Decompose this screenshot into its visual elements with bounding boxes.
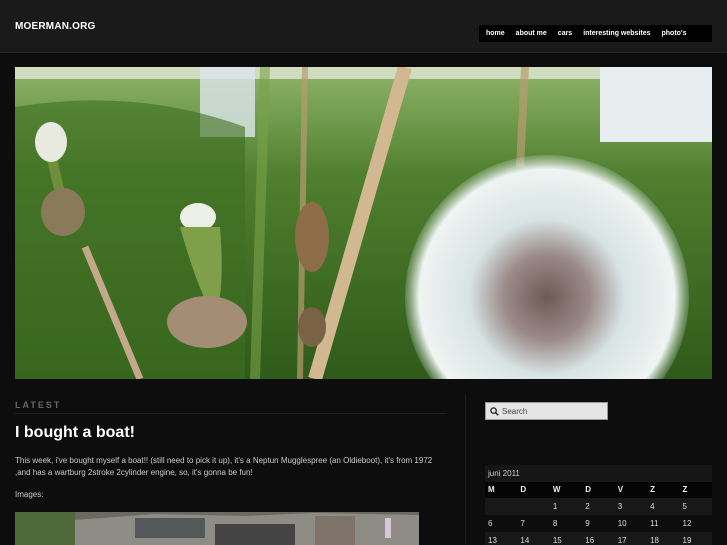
calendar-day: 10 [617,519,627,528]
calendar-weekday-row: M D W D V Z Z [485,482,712,498]
post-images-label: Images: [15,490,44,499]
calendar-weekday: D [585,485,592,494]
calendar-widget: juni 2011 M D W D V Z Z 1 2 3 4 5 6 7 8 … [485,465,712,545]
sidebar-divider [465,395,466,545]
calendar-week-row: 13 14 15 16 17 18 19 [485,532,712,545]
header-image [15,67,712,379]
calendar-weekday: W [552,485,561,494]
calendar-weekday: Z [650,485,655,494]
calendar-day: 16 [585,536,595,545]
calendar-day: 18 [650,536,660,545]
nav-item-home[interactable]: home [486,30,505,37]
calendar-day: 8 [552,519,558,528]
post-body: This week, i've bought myself a boat!! (… [15,456,433,477]
calendar-day: 4 [650,502,655,511]
header-bar: MOERMAN.ORG home about me cars interesti… [0,0,727,53]
calendar-weekday: M [488,485,495,494]
post-image[interactable] [15,512,419,545]
search-box [485,402,608,420]
main-nav: home about me cars interesting websites … [479,25,712,42]
search-input[interactable] [502,406,602,416]
section-divider [15,413,447,414]
calendar-caption: juni 2011 [485,465,712,482]
nav-item-photos[interactable]: photo's [662,30,687,37]
calendar-day: 5 [682,502,687,511]
calendar-weekday: D [520,485,527,494]
calendar-day: 15 [552,536,562,545]
calendar-day: 3 [617,502,623,511]
site-title[interactable]: MOERMAN.ORG [15,21,96,32]
calendar-day: 9 [585,519,590,528]
calendar-day: 6 [488,519,493,528]
calendar-weekday: V [617,485,624,494]
calendar-day: 11 [650,519,659,528]
calendar-weekday: Z [682,485,688,494]
post-title[interactable]: I bought a boat! [15,424,135,442]
calendar-day: 1 [552,502,558,511]
calendar-day [517,498,549,515]
section-label: LATEST [15,400,62,410]
calendar-day: 13 [488,536,497,545]
nav-item-cars[interactable]: cars [558,30,572,37]
calendar-day: 12 [682,519,692,528]
calendar-day: 14 [520,536,530,545]
calendar-day [485,498,517,515]
calendar-day: 19 [682,536,692,545]
calendar-day: 2 [585,502,590,511]
nav-item-interesting-websites[interactable]: interesting websites [583,30,650,37]
nav-item-about-me[interactable]: about me [516,30,547,37]
search-icon [490,406,499,416]
calendar-day: 17 [617,536,627,545]
calendar-week-row: 6 7 8 9 10 11 12 [485,515,712,532]
calendar-week-row: 1 2 3 4 5 [485,498,712,515]
calendar-day: 7 [520,519,525,528]
